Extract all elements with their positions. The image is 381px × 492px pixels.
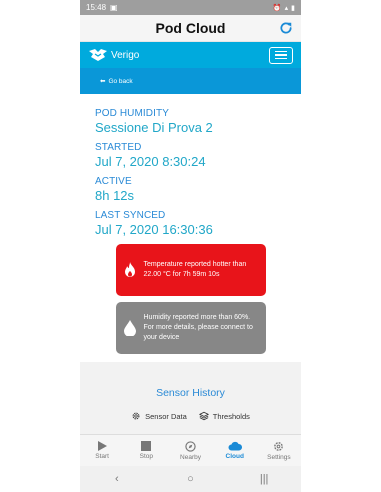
sensor-data-label: Sensor Data bbox=[145, 411, 187, 421]
cloud-icon bbox=[228, 441, 242, 451]
detail-value: Jul 7, 2020 16:30:36 bbox=[95, 222, 213, 237]
page-title: Pod Cloud bbox=[155, 20, 226, 36]
tab-start[interactable]: Start bbox=[80, 435, 124, 466]
stop-icon bbox=[141, 441, 152, 451]
subnav-bar: ⬅ Go back bbox=[80, 68, 301, 94]
tab-cloud[interactable]: Cloud bbox=[213, 435, 257, 466]
hamburger-menu-button[interactable] bbox=[269, 46, 293, 64]
gear-icon bbox=[132, 412, 140, 420]
app-header: Pod Cloud bbox=[80, 15, 301, 42]
tab-label: Nearby bbox=[180, 453, 201, 461]
detail-value: Sessione Di Prova 2 bbox=[95, 120, 213, 135]
sensor-history-title[interactable]: Sensor History bbox=[80, 387, 301, 399]
compass-icon bbox=[185, 440, 196, 452]
detail-active: ACTIVE 8h 12s bbox=[95, 176, 286, 203]
status-bar: 15:48 ▣ ⏰ ▴ ▮ bbox=[80, 0, 301, 15]
detail-label: STARTED bbox=[95, 142, 142, 153]
verigo-logo-icon bbox=[89, 49, 107, 61]
go-back-label: Go back bbox=[108, 77, 133, 85]
refresh-icon bbox=[280, 22, 292, 34]
detail-pod-humidity: POD HUMIDITY Sessione Di Prova 2 bbox=[95, 108, 286, 135]
android-nav-bar: ‹ ○ ||| bbox=[80, 466, 301, 492]
detail-label: LAST SYNCED bbox=[95, 210, 166, 221]
alert-text: Humidity reported more than 60%. For mor… bbox=[143, 314, 253, 341]
tab-label: Settings bbox=[267, 453, 291, 461]
tab-label: Cloud bbox=[225, 453, 244, 460]
humidity-alert[interactable]: Humidity reported more than 60%. For mor… bbox=[115, 302, 266, 354]
temperature-alert[interactable]: Temperature reported hotter than 22.00 °… bbox=[115, 244, 266, 296]
circle-home-icon: ○ bbox=[187, 473, 194, 485]
alarm-icon: ⏰ bbox=[272, 4, 282, 12]
image-notification-icon: ▣ bbox=[110, 3, 118, 12]
detail-value: 8h 12s bbox=[95, 188, 135, 203]
phone-screen: 15:48 ▣ ⏰ ▴ ▮ Pod Cloud Verigo ⬅ Go back… bbox=[80, 0, 301, 492]
alerts-list: Temperature reported hotter than 22.00 °… bbox=[80, 244, 301, 354]
pod-details: POD HUMIDITY Sessione Di Prova 2 STARTED… bbox=[80, 94, 301, 237]
brand-bar: Verigo bbox=[80, 42, 301, 68]
battery-icon: ▮ bbox=[291, 4, 295, 12]
arrow-left-icon: ⬅ bbox=[100, 78, 106, 85]
chevron-left-icon: ‹ bbox=[114, 473, 119, 485]
detail-label: POD HUMIDITY bbox=[95, 108, 169, 119]
tab-settings[interactable]: Settings bbox=[257, 435, 301, 466]
tab-label: Start bbox=[95, 453, 109, 460]
thresholds-link[interactable]: Thresholds bbox=[198, 411, 250, 421]
bottom-tab-bar: Start Stop Nearby Cloud Settings bbox=[80, 434, 301, 466]
sensor-data-link[interactable]: Sensor Data bbox=[131, 411, 187, 421]
play-icon bbox=[98, 441, 108, 451]
alert-text: Temperature reported hotter than 22.00 °… bbox=[143, 261, 247, 278]
layers-icon bbox=[198, 411, 209, 421]
nav-recents-button[interactable]: ||| bbox=[249, 473, 279, 485]
droplet-icon bbox=[123, 320, 136, 336]
recents-icon: ||| bbox=[259, 473, 269, 485]
signal-icon: ▴ bbox=[284, 4, 289, 12]
tab-stop[interactable]: Stop bbox=[124, 435, 168, 466]
flame-icon bbox=[124, 262, 135, 277]
sensor-history-section: Sensor History Sensor Data Thresholds bbox=[80, 362, 301, 434]
thresholds-label: Thresholds bbox=[212, 411, 250, 421]
go-back-link[interactable]: ⬅ Go back bbox=[100, 77, 133, 86]
brand-name: Verigo bbox=[111, 49, 140, 61]
detail-last-synced: LAST SYNCED Jul 7, 2020 16:30:36 bbox=[95, 210, 286, 237]
refresh-button[interactable] bbox=[277, 19, 295, 37]
tab-nearby[interactable]: Nearby bbox=[168, 435, 212, 466]
status-time: 15:48 bbox=[86, 3, 107, 12]
tab-label: Stop bbox=[139, 453, 153, 460]
nav-back-button[interactable]: ‹ bbox=[102, 473, 132, 485]
brand-logo[interactable]: Verigo bbox=[88, 48, 139, 62]
detail-value: Jul 7, 2020 8:30:24 bbox=[95, 154, 206, 169]
detail-started: STARTED Jul 7, 2020 8:30:24 bbox=[95, 142, 286, 169]
nav-home-button[interactable]: ○ bbox=[175, 473, 205, 485]
gear-icon bbox=[274, 441, 284, 451]
detail-label: ACTIVE bbox=[95, 176, 132, 187]
